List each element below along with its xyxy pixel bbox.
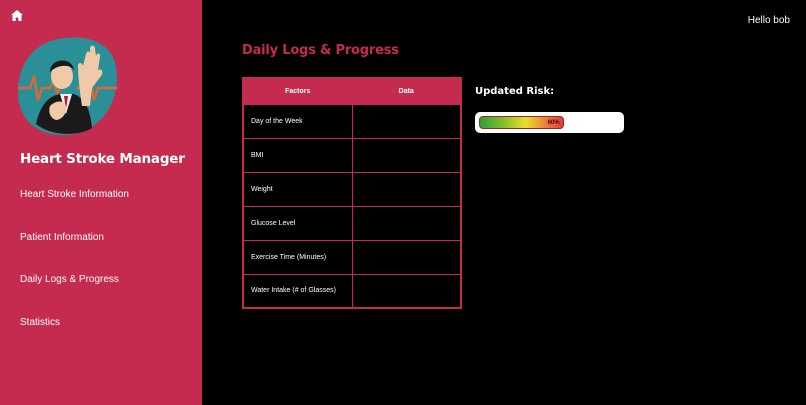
column-header-data: Data bbox=[351, 77, 462, 105]
home-icon[interactable] bbox=[11, 10, 23, 21]
table-row: Water Intake (# of Glasses) bbox=[242, 273, 462, 309]
data-cell-glucose-level[interactable] bbox=[351, 205, 462, 241]
risk-track: 60% bbox=[479, 116, 620, 129]
factor-label: Day of the Week bbox=[242, 103, 353, 139]
data-cell-exercise-time[interactable] bbox=[351, 239, 462, 275]
factor-label: Weight bbox=[242, 171, 353, 207]
avatar bbox=[18, 37, 117, 136]
sidebar-item-heart-stroke-information[interactable]: Heart Stroke Information bbox=[20, 189, 129, 200]
table-row: Weight bbox=[242, 171, 462, 207]
table-row: Day of the Week bbox=[242, 103, 462, 139]
table-header-row: Factors Data bbox=[242, 77, 462, 105]
data-cell-weight[interactable] bbox=[351, 171, 462, 207]
table-row: Exercise Time (Minutes) bbox=[242, 239, 462, 275]
risk-percent-label: 60% bbox=[547, 119, 560, 126]
sidebar-item-statistics[interactable]: Statistics bbox=[20, 317, 60, 328]
data-cell-day-of-week[interactable] bbox=[351, 103, 462, 139]
data-cell-bmi[interactable] bbox=[351, 137, 462, 173]
sidebar: Heart Stroke Manager Heart Stroke Inform… bbox=[0, 0, 202, 405]
table-row: Glucose Level bbox=[242, 205, 462, 241]
column-header-factors: Factors bbox=[242, 77, 353, 105]
risk-meter: 60% bbox=[475, 112, 624, 133]
risk-fill: 60% bbox=[479, 116, 564, 129]
sidebar-item-patient-information[interactable]: Patient Information bbox=[20, 232, 104, 243]
factor-label: Exercise Time (Minutes) bbox=[242, 239, 353, 275]
factor-label: BMI bbox=[242, 137, 353, 173]
data-cell-water-intake[interactable] bbox=[351, 273, 462, 309]
daily-logs-table: Factors Data Day of the Week BMI Weight … bbox=[242, 77, 462, 309]
page-title: Daily Logs & Progress bbox=[242, 43, 399, 58]
app-title: Heart Stroke Manager bbox=[20, 151, 185, 167]
sidebar-item-daily-logs-progress[interactable]: Daily Logs & Progress bbox=[20, 274, 119, 285]
risk-title: Updated Risk: bbox=[475, 86, 555, 97]
table-row: BMI bbox=[242, 137, 462, 173]
factor-label: Water Intake (# of Glasses) bbox=[242, 273, 353, 309]
factor-label: Glucose Level bbox=[242, 205, 353, 241]
user-greeting: Hello bob bbox=[747, 15, 790, 26]
